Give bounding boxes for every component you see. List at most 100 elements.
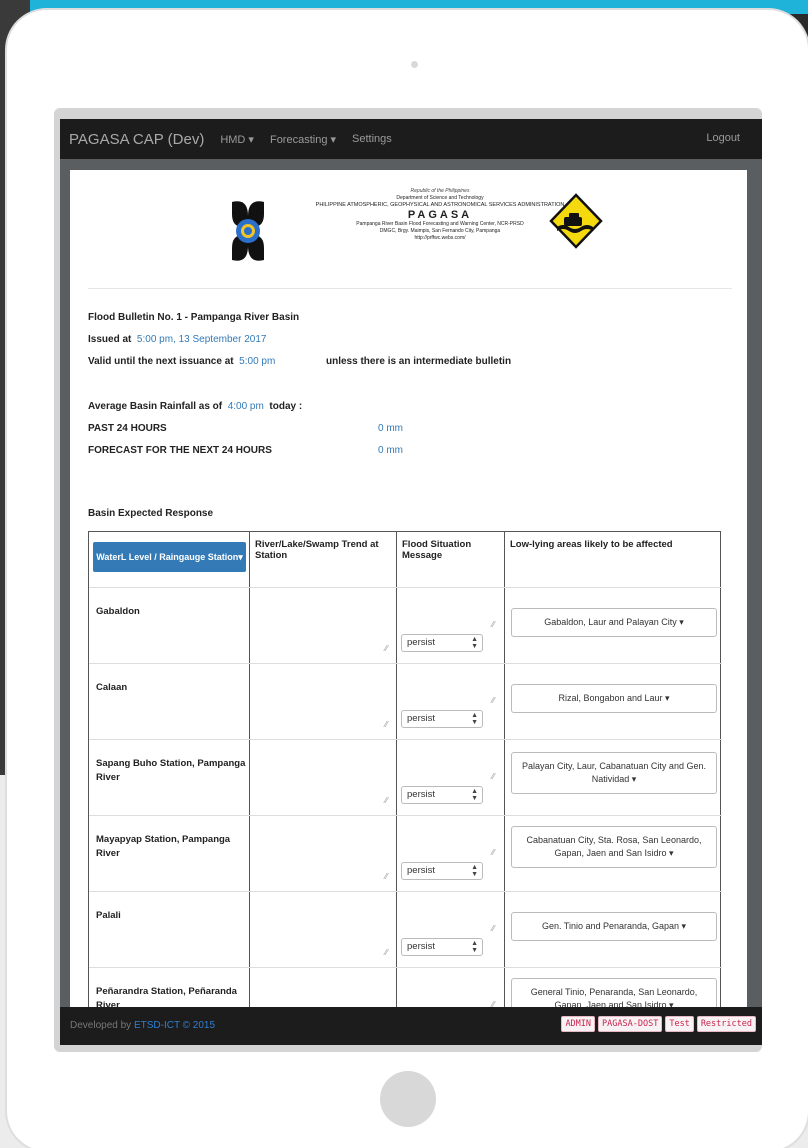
col-station-header: WaterL Level / Raingauge Station▾ — [89, 532, 250, 587]
forecast-24h-label: FORECAST FOR THE NEXT 24 HOURS — [88, 445, 272, 456]
select-arrows-icon: ▲ ▼ — [471, 940, 478, 954]
station-dropdown-button[interactable]: WaterL Level / Raingauge Station▾ — [93, 542, 246, 572]
trend-cell[interactable] — [250, 740, 397, 816]
table-row: Mayapyap Station, Pampanga River ⁄⁄ ⁄⁄ p… — [89, 815, 722, 892]
trend-cell[interactable] — [250, 588, 397, 664]
areas-dropdown[interactable]: Palayan City, Laur, Cabanatuan City and … — [511, 752, 717, 794]
flood-message-select[interactable]: persist ▲ ▼ — [401, 938, 483, 956]
footer-prefix: Developed by — [70, 1020, 132, 1031]
flood-message-select[interactable]: persist ▲ ▼ — [401, 634, 483, 652]
resize-handle-icon[interactable]: ⁄⁄ — [385, 872, 388, 881]
trend-cell[interactable] — [250, 968, 397, 1010]
footer-credit: Developed by ETSD-ICT © 2015 — [70, 1020, 215, 1031]
badge-admin: ADMIN — [561, 1016, 596, 1032]
nav-hmd[interactable]: HMD ▾ — [220, 133, 254, 146]
resize-handle-icon[interactable]: ⁄⁄ — [492, 848, 495, 857]
nav-forecasting[interactable]: Forecasting ▾ — [270, 133, 336, 146]
station-cell — [89, 664, 250, 740]
select-arrows-icon: ▲ ▼ — [471, 788, 478, 802]
rainfall-line: Average Basin Rainfall as of 4:00 pm tod… — [88, 401, 302, 412]
badge-restricted: Restricted — [696, 1016, 756, 1032]
flood-message-select[interactable]: persist ▲ ▼ — [401, 862, 483, 880]
table-row: Gabaldon ⁄⁄ ⁄⁄ persist ▲ ▼ Gabaldon, Laur … — [89, 587, 722, 664]
resize-handle-icon[interactable]: ⁄⁄ — [385, 796, 388, 805]
camera-icon — [411, 61, 418, 68]
top-navbar: PAGASA CAP (Dev) HMD ▾ Forecasting ▾ Set… — [60, 119, 762, 159]
table-row: Calaan ⁄⁄ ⁄⁄ persist ▲ ▼ Rizal, Bongabon a… — [89, 663, 722, 740]
table-row: Palali ⁄⁄ ⁄⁄ persist ▲ ▼ Gen. Tinio and Pe… — [89, 891, 722, 968]
rainfall-time: 4:00 pm — [227, 401, 264, 412]
resize-handle-icon[interactable]: ⁄⁄ — [385, 644, 388, 653]
flood-warning-sign-icon — [549, 193, 603, 249]
past-24h-label: PAST 24 HOURS — [88, 423, 167, 434]
resize-handle-icon[interactable]: ⁄⁄ — [492, 772, 495, 781]
station-name: Sapang Buho Station, Pampanga River — [96, 758, 246, 783]
areas-dropdown[interactable]: General Tinio, Penaranda, San Leonardo, … — [511, 978, 717, 1010]
areas-dropdown[interactable]: Gabaldon, Laur and Palayan City ▾ — [511, 608, 717, 637]
role-badges: ADMIN PAGASA-DOST Test Restricted — [561, 1016, 756, 1032]
valid-label: Valid until the next issuance at — [88, 356, 234, 367]
message-cell — [397, 664, 505, 740]
issued-label: Issued at — [88, 334, 132, 345]
issued-value: 5:00 pm, 13 September 2017 — [136, 334, 267, 345]
logout-link[interactable]: Logout — [706, 132, 740, 144]
issued-line: Issued at 5:00 pm, 13 September 2017 — [88, 334, 266, 345]
areas-dropdown[interactable]: Rizal, Bongabon and Laur ▾ — [511, 684, 717, 713]
message-cell — [397, 892, 505, 968]
resize-handle-icon[interactable]: ⁄⁄ — [385, 948, 388, 957]
resize-handle-icon[interactable]: ⁄⁄ — [385, 720, 388, 729]
badge-test: Test — [665, 1016, 694, 1032]
footer-link[interactable]: ETSD-ICT © 2015 — [134, 1020, 215, 1031]
valid-line: Valid until the next issuance at 5:00 pm… — [88, 356, 528, 367]
select-value: persist — [407, 713, 435, 724]
rainfall-label: Average Basin Rainfall as of — [88, 401, 223, 412]
table-row: Peñarandra Station, Peñaranda River ⁄⁄ G… — [89, 967, 722, 1010]
trend-cell[interactable] — [250, 892, 397, 968]
select-value: persist — [407, 941, 435, 952]
response-title: Basin Expected Response — [88, 508, 214, 519]
bulletin-header: Republic of the Philippines Department o… — [70, 170, 747, 300]
header-divider — [88, 288, 732, 289]
select-value: persist — [407, 865, 435, 876]
message-cell — [397, 588, 505, 664]
select-value: persist — [407, 637, 435, 648]
tablet-screen: PAGASA CAP (Dev) HMD ▾ Forecasting ▾ Set… — [54, 108, 762, 1052]
select-arrows-icon: ▲ ▼ — [471, 636, 478, 650]
valid-value: 5:00 pm — [239, 356, 276, 367]
flood-message-select[interactable]: persist ▲ ▼ — [401, 710, 483, 728]
message-cell — [397, 816, 505, 892]
col-message-header: Flood Situation Message — [397, 532, 505, 587]
col-areas-header: Low-lying areas likely to be affected — [510, 539, 673, 550]
trend-cell[interactable] — [250, 664, 397, 740]
response-table: WaterL Level / Raingauge Station▾ River/… — [88, 531, 722, 1010]
resize-handle-icon[interactable]: ⁄⁄ — [492, 620, 495, 629]
station-cell — [89, 588, 250, 664]
brand-link[interactable]: PAGASA CAP (Dev) — [69, 131, 204, 148]
badge-pagasa-dost: PAGASA-DOST — [598, 1016, 663, 1032]
forecast-24h-value: 0 mm — [378, 445, 403, 456]
station-name: Mayapyap Station, Pampanga River — [96, 834, 231, 859]
browser-viewport: PAGASA CAP (Dev) HMD ▾ Forecasting ▾ Set… — [60, 119, 762, 1045]
flood-message-select[interactable]: persist ▲ ▼ — [401, 786, 483, 804]
page-footer: Developed by ETSD-ICT © 2015 ADMIN PAGAS… — [60, 1007, 762, 1045]
areas-dropdown[interactable]: Gen. Tinio and Penaranda, Gapan ▾ — [511, 912, 717, 941]
select-value: persist — [407, 789, 435, 800]
trend-cell[interactable] — [250, 816, 397, 892]
nav-settings[interactable]: Settings — [352, 133, 392, 145]
station-name: Palali — [96, 910, 121, 921]
resize-handle-icon[interactable]: ⁄⁄ — [492, 924, 495, 933]
home-button[interactable] — [380, 1071, 436, 1127]
areas-dropdown[interactable]: Cabanatuan City, Sta. Rosa, San Leonardo… — [511, 826, 717, 868]
station-name: Gabaldon — [96, 606, 140, 617]
message-cell — [397, 968, 505, 1010]
station-cell — [89, 892, 250, 968]
resize-handle-icon[interactable]: ⁄⁄ — [492, 696, 495, 705]
col-trend-header: River/Lake/Swamp Trend at Station — [250, 532, 397, 587]
message-cell — [397, 740, 505, 816]
rainfall-suffix: today : — [269, 401, 303, 412]
bulletin-title: Flood Bulletin No. 1 - Pampanga River Ba… — [88, 312, 300, 323]
past-24h-value: 0 mm — [378, 423, 403, 434]
bulletin-page: Republic of the Philippines Department o… — [70, 170, 747, 1010]
valid-note: unless there is an intermediate bulletin — [326, 356, 512, 367]
select-arrows-icon: ▲ ▼ — [471, 864, 478, 878]
